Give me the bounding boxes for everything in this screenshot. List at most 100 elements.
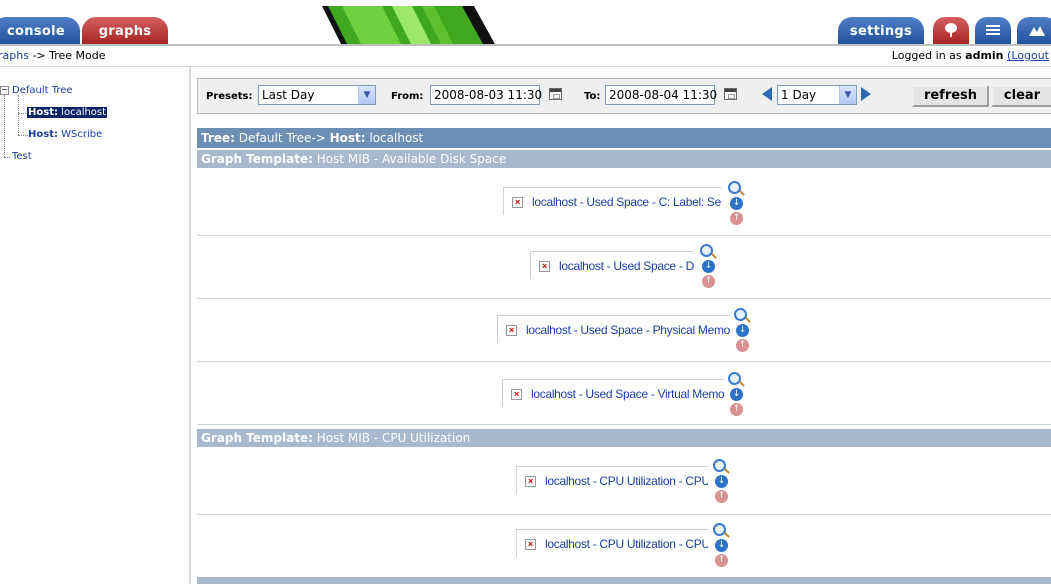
- host-label: Host:: [329, 131, 366, 145]
- graph-up-icon[interactable]: ↑: [702, 275, 715, 288]
- graph-image[interactable]: × localhost - Used Space - Physical Memo…: [497, 315, 730, 343]
- graph-title: localhost - Used Space - Physical Memory: [526, 323, 730, 337]
- graph-row: × localhost - Used Space - D: ↓ ↑: [197, 236, 1051, 299]
- tab-settings[interactable]: settings: [838, 17, 924, 46]
- download-csv-icon[interactable]: ↓: [736, 324, 749, 337]
- graph-up-icon[interactable]: ↑: [715, 490, 728, 503]
- graph-up-icon[interactable]: ↑: [730, 403, 743, 416]
- broken-image-icon: ×: [511, 389, 522, 400]
- graph-up-icon[interactable]: ↑: [736, 339, 749, 352]
- preview-icon: [1028, 23, 1046, 40]
- timeshift-value: 1 Day: [781, 88, 817, 102]
- to-calendar-icon[interactable]: [724, 88, 737, 100]
- logout-link[interactable]: (Logout: [1007, 49, 1049, 62]
- tree-connector: [4, 157, 10, 158]
- tree-host-header: Tree: Default Tree-> Host: localhost: [197, 128, 1051, 148]
- tree-node-type: Host:: [28, 107, 58, 118]
- presets-label: Presets:: [206, 91, 253, 102]
- zoom-icon[interactable]: [700, 244, 713, 257]
- clear-button[interactable]: clear: [991, 85, 1051, 107]
- graph-image[interactable]: × localhost - CPU Utilization - CPU1: [516, 529, 708, 557]
- presets-select[interactable]: Last Day ▼: [258, 85, 376, 105]
- zoom-icon[interactable]: [728, 372, 741, 385]
- broken-image-icon: ×: [525, 539, 536, 550]
- tree-view-button[interactable]: [933, 17, 969, 46]
- preview-view-button[interactable]: [1017, 17, 1051, 46]
- nav-bar: raphs -> Tree Mode Logged in as admin (L…: [0, 46, 1051, 67]
- login-user: admin: [965, 49, 1004, 62]
- download-csv-icon[interactable]: ↓: [702, 260, 715, 273]
- graph-actions: ↓ ↑: [727, 372, 747, 418]
- graph-image[interactable]: × localhost - CPU Utilization - CPU0: [516, 466, 708, 494]
- refresh-button[interactable]: refresh: [912, 85, 989, 107]
- graph-up-icon[interactable]: ↑: [715, 554, 728, 567]
- timespan-filter-bar: Presets: Last Day ▼ From: 2008-08-03 11:…: [197, 78, 1051, 114]
- graph-title: localhost - Used Space - Virtual Memory: [531, 387, 724, 401]
- chevron-down-icon: ▼: [358, 86, 375, 104]
- tab-console[interactable]: console: [0, 17, 80, 46]
- tree-connector: [18, 95, 19, 113]
- broken-image-icon: ×: [525, 476, 536, 487]
- top-bar: console graphs settings: [0, 0, 1051, 46]
- download-csv-icon[interactable]: ↓: [715, 475, 728, 488]
- tree-node-name: WScribe: [61, 129, 103, 140]
- tree-node-type: Host:: [28, 129, 58, 140]
- tree-connector: [18, 113, 19, 135]
- zoom-icon[interactable]: [713, 523, 726, 536]
- shift-right-arrow-icon[interactable]: [861, 87, 871, 101]
- to-date-input[interactable]: 2008-08-04 11:30: [605, 85, 717, 105]
- graph-title: localhost - Used Space - D:: [559, 259, 694, 273]
- graph-image[interactable]: × localhost - Used Space - C: Label: Ser…: [503, 187, 721, 215]
- graph-row: × localhost - Used Space - Virtual Memor…: [197, 362, 1051, 425]
- download-csv-icon[interactable]: ↓: [715, 539, 728, 552]
- graph-title: localhost - Used Space - C: Label: Seri: [532, 195, 721, 209]
- graph-image[interactable]: × localhost - Used Space - Virtual Memor…: [502, 379, 724, 407]
- tree-node-host-wscribe[interactable]: Host: WScribe: [28, 129, 102, 140]
- graph-list: Tree: Default Tree-> Host: localhost Gra…: [197, 128, 1051, 584]
- tree-node-host-localhost[interactable]: Host: localhost: [27, 107, 108, 118]
- graph-actions: ↓ ↑: [733, 308, 753, 354]
- graph-template-header: Graph Template: Host MIB - Available Dis…: [197, 150, 1051, 168]
- tab-graphs[interactable]: graphs: [82, 17, 168, 46]
- tree-connector: [4, 95, 5, 157]
- zoom-icon[interactable]: [728, 181, 741, 194]
- broken-image-icon: ×: [539, 261, 550, 272]
- from-date-input[interactable]: 2008-08-03 11:30: [430, 85, 542, 105]
- zoom-icon[interactable]: [713, 459, 726, 472]
- from-calendar-icon[interactable]: [549, 88, 562, 100]
- breadcrumb-current: Tree Mode: [49, 49, 106, 62]
- graph-template-header: Graph Template: Host MIB - CPU Utilizati…: [197, 429, 1051, 447]
- graph-template-label: Graph Template:: [201, 152, 313, 166]
- graph-title: localhost - CPU Utilization - CPU1: [545, 537, 708, 551]
- graph-image[interactable]: × localhost - Used Space - D:: [530, 251, 694, 279]
- breadcrumb-link-graphs[interactable]: raphs: [0, 49, 29, 62]
- download-csv-icon[interactable]: ↓: [730, 388, 743, 401]
- tree-node-test[interactable]: Test: [12, 151, 32, 162]
- to-label: To:: [584, 91, 601, 102]
- graph-actions: ↓ ↑: [712, 459, 732, 505]
- list-view-button[interactable]: [975, 17, 1011, 46]
- graph-up-icon[interactable]: ↑: [730, 212, 743, 225]
- tree-icon: [943, 22, 959, 41]
- graph-actions: ↓ ↑: [699, 244, 719, 290]
- download-csv-icon[interactable]: ↓: [730, 197, 743, 210]
- shift-left-arrow-icon[interactable]: [762, 87, 772, 101]
- collapse-toggle[interactable]: −: [0, 86, 9, 95]
- graph-row: × localhost - Used Space - C: Label: Ser…: [197, 173, 1051, 236]
- graph-template-label: Graph Template:: [201, 431, 313, 445]
- graph-actions: ↓ ↑: [712, 523, 732, 569]
- timeshift-select[interactable]: 1 Day ▼: [777, 85, 857, 105]
- list-icon: [985, 23, 1001, 40]
- tree-node-name: localhost: [61, 107, 107, 118]
- tree-label: Tree:: [201, 131, 235, 145]
- graph-template-name: Host MIB - CPU Utilization: [316, 431, 471, 445]
- broken-image-icon: ×: [506, 325, 517, 336]
- breadcrumb: raphs -> Tree Mode: [0, 49, 106, 62]
- breadcrumb-separator: ->: [28, 49, 50, 62]
- login-status: Logged in as admin (Logout: [892, 49, 1049, 62]
- tree-node-default-tree[interactable]: Default Tree: [12, 85, 73, 96]
- login-prefix: Logged in as: [891, 49, 966, 62]
- zoom-icon[interactable]: [734, 308, 747, 321]
- graph-row: × localhost - CPU Utilization - CPU0 ↓ ↑: [197, 452, 1051, 515]
- chevron-down-icon: ▼: [839, 86, 856, 104]
